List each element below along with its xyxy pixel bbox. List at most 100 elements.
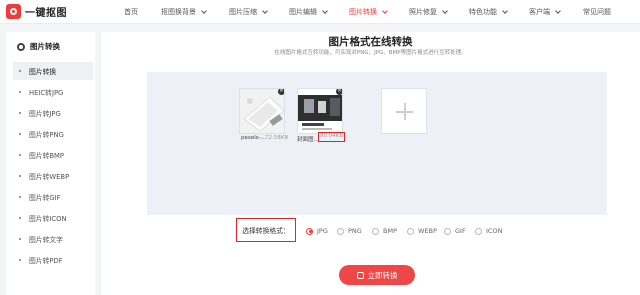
nav-label: 图片压缩 xyxy=(229,8,257,16)
sidebar-title: 图片转换 xyxy=(17,41,60,52)
bullet-icon xyxy=(19,259,21,261)
chevron-down-icon xyxy=(201,7,207,14)
nav-repair[interactable]: 照片修复 xyxy=(409,7,448,17)
nav-compress[interactable]: 图片压缩 xyxy=(229,7,268,17)
chevron-down-icon xyxy=(262,7,268,14)
format-option-label: GIF xyxy=(455,227,466,235)
chevron-down-icon xyxy=(382,7,388,14)
nav-label: 常见问题 xyxy=(583,8,611,16)
nav-label: 抠图换背景 xyxy=(161,8,196,16)
nav-label: 首页 xyxy=(124,8,138,16)
nav-features[interactable]: 特色功能 xyxy=(469,7,508,17)
sidebar-title-label: 图片转换 xyxy=(30,42,60,51)
nav-label: 特色功能 xyxy=(469,8,497,16)
sidebar-item-to-text[interactable]: 图片转文字 xyxy=(13,230,93,248)
format-option-bmp[interactable]: BMP xyxy=(372,227,397,235)
format-option-label: JPG xyxy=(317,227,328,235)
radio-selected-icon xyxy=(306,227,313,235)
sidebar-item-label: 图片转GIF xyxy=(29,194,61,202)
nav-label: 照片修复 xyxy=(409,8,437,16)
bullet-icon xyxy=(19,133,21,135)
sidebar: 图片转换 图片转换 HEIC转JPG 图片转JPG 图片转PNG 图片转BMP … xyxy=(6,32,95,295)
radio-icon xyxy=(407,227,414,235)
nav-home[interactable]: 首页 xyxy=(124,7,138,17)
sidebar-item-label: HEIC转JPG xyxy=(29,89,64,97)
logo-text: 一键抠图 xyxy=(25,8,67,19)
chevron-down-icon xyxy=(322,7,328,14)
nav-label: 客户端 xyxy=(529,8,550,16)
sidebar-item-to-webp[interactable]: 图片转WEBP xyxy=(13,167,93,185)
bullet-icon xyxy=(19,175,21,177)
format-option-gif[interactable]: GIF xyxy=(444,227,466,235)
chevron-down-icon xyxy=(502,7,508,14)
convert-button[interactable]: 立即转换 xyxy=(339,265,415,285)
top-nav-bar: 一键抠图 首页 抠图换背景 图片压缩 图片编辑 图片转换 照片修复 特色功能 客… xyxy=(0,0,640,24)
bullet-icon xyxy=(19,238,21,240)
add-file-button[interactable] xyxy=(381,88,427,134)
nav-client[interactable]: 客户端 xyxy=(529,7,561,17)
sidebar-item-label: 图片转PNG xyxy=(29,131,64,139)
convert-button-label: 立即转换 xyxy=(367,270,398,280)
main-panel: 图片格式在线转换 在线图片格式互转功能，可实现对PNG、JPG、BMP等图片格式… xyxy=(101,32,640,295)
chevron-down-icon xyxy=(442,7,448,14)
format-option-label: BMP xyxy=(383,227,397,235)
sidebar-item-to-jpg[interactable]: 图片转JPG xyxy=(13,104,93,122)
photo-thumbnail-image xyxy=(298,89,342,133)
nav-edit[interactable]: 图片编辑 xyxy=(289,7,328,17)
sidebar-item-label: 图片转BMP xyxy=(29,152,65,160)
sidebar-item-heic-jpg[interactable]: HEIC转JPG xyxy=(13,83,93,101)
file-name: pexels-... xyxy=(241,135,266,141)
radio-icon xyxy=(372,227,379,235)
gear-icon xyxy=(17,42,25,51)
photo-thumbnail-image xyxy=(240,89,284,133)
bullet-icon xyxy=(19,196,21,198)
logo-icon xyxy=(6,4,21,19)
bullet-icon xyxy=(19,154,21,156)
format-option-icon[interactable]: ICON xyxy=(475,227,502,235)
file-size: 72.58KB xyxy=(265,135,289,141)
file-thumbnail[interactable]: ✕ xyxy=(297,88,343,134)
format-option-webp[interactable]: WEBP xyxy=(407,227,437,235)
file-size-highlighted: 90.04KB xyxy=(318,132,346,142)
sidebar-item-to-pdf[interactable]: 图片转PDF xyxy=(13,251,93,269)
convert-icon xyxy=(356,271,364,279)
remove-file-icon[interactable]: ✕ xyxy=(278,89,284,95)
page-subtitle: 在线图片格式互转功能，可实现对PNG、JPG、BMP等图片格式进行互转处理。 xyxy=(274,50,467,56)
sidebar-item-to-icon[interactable]: 图片转ICON xyxy=(13,209,93,227)
sidebar-item-label: 图片转WEBP xyxy=(29,173,70,181)
format-option-label: PNG xyxy=(348,227,362,235)
radio-icon xyxy=(337,227,344,235)
remove-file-icon[interactable]: ✕ xyxy=(336,89,342,95)
radio-icon xyxy=(475,227,482,235)
sidebar-item-label: 图片转换 xyxy=(29,68,57,76)
bullet-icon xyxy=(19,91,21,93)
nav-label: 图片编辑 xyxy=(289,8,317,16)
bullet-icon xyxy=(19,70,21,72)
nav-label: 图片转换 xyxy=(349,8,377,16)
logo[interactable]: 一键抠图 xyxy=(6,4,67,19)
format-option-label: WEBP xyxy=(418,227,437,235)
format-option-jpg[interactable]: JPG xyxy=(306,227,328,235)
upload-area[interactable]: ✕ pexels-... 72.58KB ✕ 封面图... 90.04KB xyxy=(147,72,607,215)
nav-convert[interactable]: 图片转换 xyxy=(349,7,388,17)
sidebar-item-label: 图片转JPG xyxy=(29,110,61,118)
file-thumbnail[interactable]: ✕ xyxy=(239,88,285,134)
nav-faq[interactable]: 常见问题 xyxy=(583,7,611,17)
sidebar-item-to-png[interactable]: 图片转PNG xyxy=(13,125,93,143)
bullet-icon xyxy=(19,217,21,219)
sidebar-item-label: 图片转PDF xyxy=(29,257,63,265)
bullet-icon xyxy=(19,112,21,114)
sidebar-item-label: 图片转ICON xyxy=(29,215,67,223)
format-label: 选择转换格式： xyxy=(236,218,296,242)
format-option-label: ICON xyxy=(486,227,503,235)
sidebar-item-to-bmp[interactable]: 图片转BMP xyxy=(13,146,93,164)
sidebar-item-label: 图片转文字 xyxy=(29,236,63,244)
nav-cutout-bg[interactable]: 抠图换背景 xyxy=(161,7,207,17)
format-option-png[interactable]: PNG xyxy=(337,227,362,235)
page-title: 图片格式在线转换 xyxy=(328,36,413,48)
sidebar-item-to-gif[interactable]: 图片转GIF xyxy=(13,188,93,206)
radio-icon xyxy=(444,227,451,235)
chevron-down-icon xyxy=(555,7,561,14)
sidebar-item-convert[interactable]: 图片转换 xyxy=(13,62,93,80)
file-name: 封面图... xyxy=(297,137,319,143)
